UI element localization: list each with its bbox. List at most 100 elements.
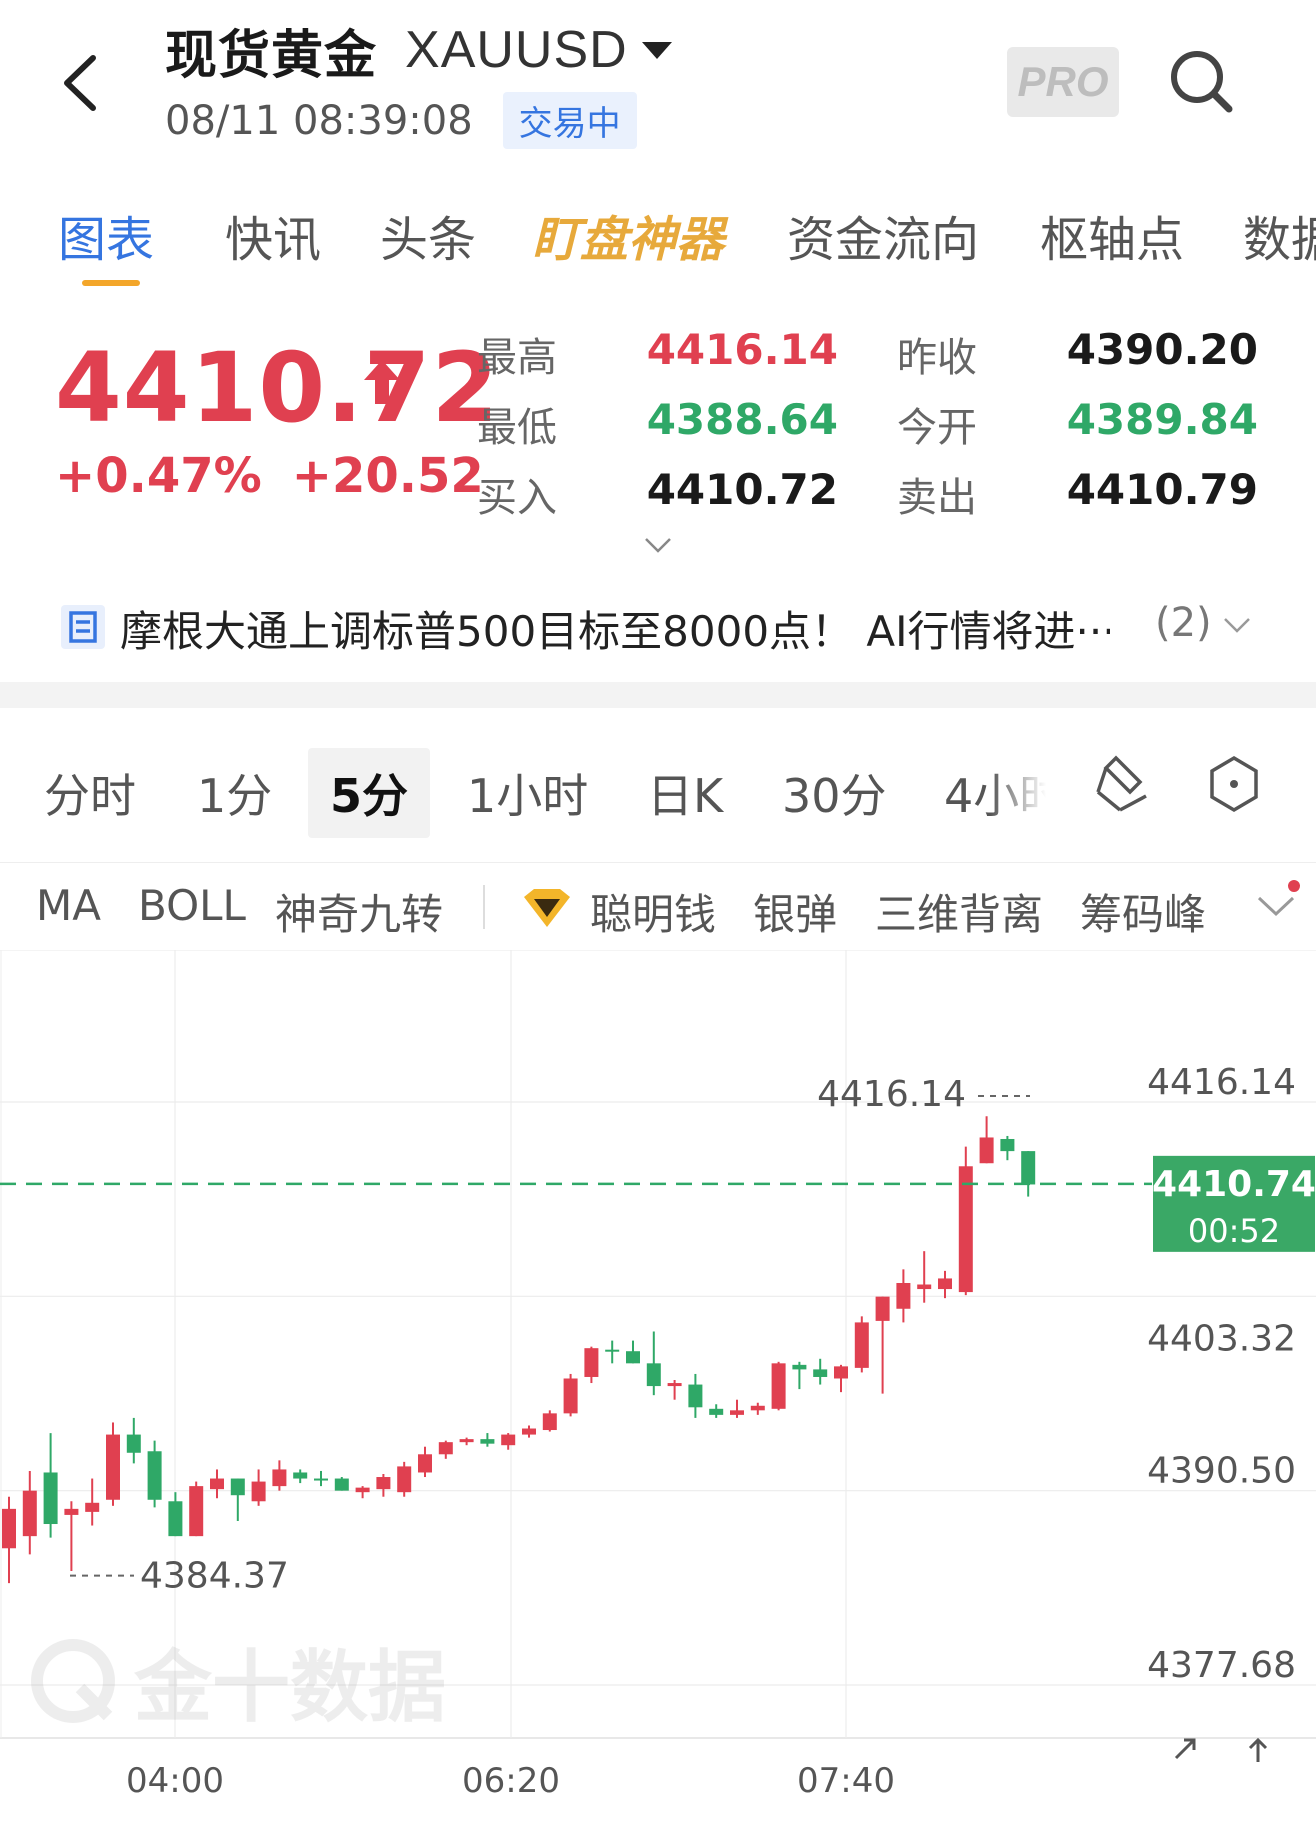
- candle-body: [771, 1363, 786, 1409]
- tab-chart[interactable]: 图表: [58, 200, 154, 270]
- notification-dot: [1288, 880, 1300, 892]
- tab-pivot-points[interactable]: 枢轴点: [1040, 200, 1184, 270]
- y-tick-label: 4377.68: [1147, 1645, 1296, 1686]
- high-marker-label: 4416.14: [817, 1074, 966, 1115]
- candle-body: [480, 1439, 495, 1444]
- jin10-logo-icon: [31, 1639, 115, 1723]
- expand-quote-chevron-icon[interactable]: [643, 535, 673, 555]
- low-value: 4388.64: [646, 395, 838, 444]
- current-price-label: 4410.74: [1152, 1164, 1316, 1205]
- x-tick-label: 04:00: [126, 1761, 224, 1801]
- indicator-3d-divergence[interactable]: 三维背离: [875, 881, 1043, 942]
- indicator-boll[interactable]: BOLL: [138, 881, 246, 930]
- candle-body: [230, 1478, 245, 1496]
- candle-body: [251, 1481, 266, 1502]
- candle-body: [834, 1366, 848, 1379]
- search-icon: [1171, 51, 1233, 113]
- candle-body: [563, 1378, 578, 1414]
- tab-fund-flow[interactable]: 资金流向: [787, 200, 979, 270]
- open-value: 4389.84: [1066, 395, 1258, 444]
- candle-body: [106, 1434, 120, 1500]
- indicator-chip-peak[interactable]: 筹码峰: [1080, 881, 1206, 942]
- candle-body: [168, 1501, 183, 1537]
- candle-body: [85, 1502, 100, 1512]
- period-fade: [990, 730, 1070, 840]
- watermark: 金十数据: [30, 1625, 446, 1737]
- news-ticker[interactable]: 摩根大通上调标普500目标至8000点！ AI行情将进··· (2): [0, 590, 1316, 670]
- candle-body: [293, 1472, 308, 1479]
- prev-close-label: 昨收: [897, 335, 977, 381]
- search-button[interactable]: [1165, 45, 1237, 117]
- candle-body: [334, 1478, 349, 1491]
- instrument-subtitle: 08/11 08:39:08 交易中: [165, 92, 637, 149]
- hexagon-settings-icon: [1210, 755, 1258, 813]
- chevron-down-icon[interactable]: [1253, 886, 1299, 926]
- tab-flash-news[interactable]: 快讯: [225, 200, 321, 270]
- indicator-smart-money[interactable]: 聪明钱: [590, 881, 716, 942]
- candle-body: [376, 1477, 391, 1490]
- pen-draw-icon: [1096, 755, 1147, 812]
- candle-body: [43, 1472, 58, 1525]
- indicator-fade: [1215, 863, 1255, 948]
- news-count: (2): [1155, 600, 1212, 646]
- last-price: 4410.72: [55, 332, 500, 444]
- bid-label: 买入: [477, 475, 557, 521]
- candle-body: [626, 1351, 640, 1364]
- tab-data[interactable]: 数据: [1243, 200, 1316, 270]
- indicator-bar: MA BOLL 神奇九转 聪明钱 银弹 三维背离 筹码峰: [0, 862, 1316, 948]
- active-tab-indicator: [82, 280, 140, 286]
- quote-datetime: 08/11 08:39:08: [165, 97, 473, 144]
- watermark-text: 金十数据: [134, 1643, 447, 1733]
- candle-body: [750, 1405, 765, 1411]
- instrument-title[interactable]: 现货黄金 XAUUSD: [165, 18, 672, 86]
- trading-status-badge: 交易中: [502, 92, 637, 149]
- low-marker-label: 4384.37: [140, 1556, 289, 1597]
- change-percent: +0.47%: [55, 448, 262, 504]
- back-button[interactable]: [55, 48, 115, 118]
- candle-body: [896, 1282, 911, 1309]
- candle-body: [792, 1364, 807, 1370]
- ask-label: 卖出: [897, 475, 977, 521]
- period-1h[interactable]: 1小时: [445, 748, 610, 838]
- indicator-silver-bullet[interactable]: 银弹: [753, 881, 837, 942]
- arrow-up-icon: [364, 360, 400, 404]
- candle-body: [126, 1434, 141, 1453]
- chart-settings-button[interactable]: [1202, 752, 1266, 816]
- news-headline[interactable]: 摩根大通上调标普500目标至8000点！ AI行情将进···: [120, 598, 1110, 659]
- indicator-separator: [483, 885, 485, 929]
- x-tick-label: 06:20: [462, 1761, 560, 1801]
- tab-headlines[interactable]: 头条: [380, 200, 476, 270]
- candle-body: [1021, 1151, 1036, 1185]
- caret-down-icon[interactable]: [641, 41, 672, 59]
- chevron-down-icon[interactable]: [1222, 614, 1252, 636]
- quote-panel: 4410.72 +0.47% +20.52 最高 4416.14 最低 4388…: [0, 320, 1316, 530]
- indicator-magic-nine[interactable]: 神奇九转: [275, 881, 443, 942]
- period-timeshare[interactable]: 分时: [22, 748, 158, 838]
- period-30m[interactable]: 30分: [760, 748, 909, 838]
- period-day[interactable]: 日K: [625, 748, 745, 838]
- header-bar: 现货黄金 XAUUSD 08/11 08:39:08 交易中 PRO: [0, 0, 1316, 170]
- news-icon: [61, 605, 105, 649]
- change-amount: +20.52: [291, 448, 484, 504]
- candle-body: [522, 1428, 536, 1435]
- period-5m[interactable]: 5分: [308, 748, 431, 838]
- prev-close-value: 4390.20: [1066, 325, 1258, 374]
- candle-body: [917, 1284, 932, 1290]
- tab-watch-tool[interactable]: 盯盘神器: [532, 200, 724, 270]
- candle-body: [667, 1383, 682, 1387]
- pro-button[interactable]: PRO: [1007, 47, 1119, 117]
- arrow-up-icon: [1248, 1737, 1268, 1762]
- instrument-name: 现货黄金: [165, 25, 378, 86]
- indicator-ma[interactable]: MA: [36, 881, 101, 930]
- candle-body: [147, 1451, 162, 1500]
- candle-body: [875, 1296, 890, 1321]
- period-1m[interactable]: 1分: [175, 748, 294, 838]
- candle-body: [314, 1478, 328, 1481]
- drawing-tool-button[interactable]: [1090, 752, 1154, 816]
- candle-body: [189, 1486, 204, 1537]
- high-value: 4416.14: [646, 325, 838, 374]
- candle-body: [542, 1413, 557, 1431]
- candle-body: [854, 1322, 869, 1368]
- candle-body: [272, 1469, 287, 1487]
- price-change: +0.47% +20.52: [55, 448, 484, 504]
